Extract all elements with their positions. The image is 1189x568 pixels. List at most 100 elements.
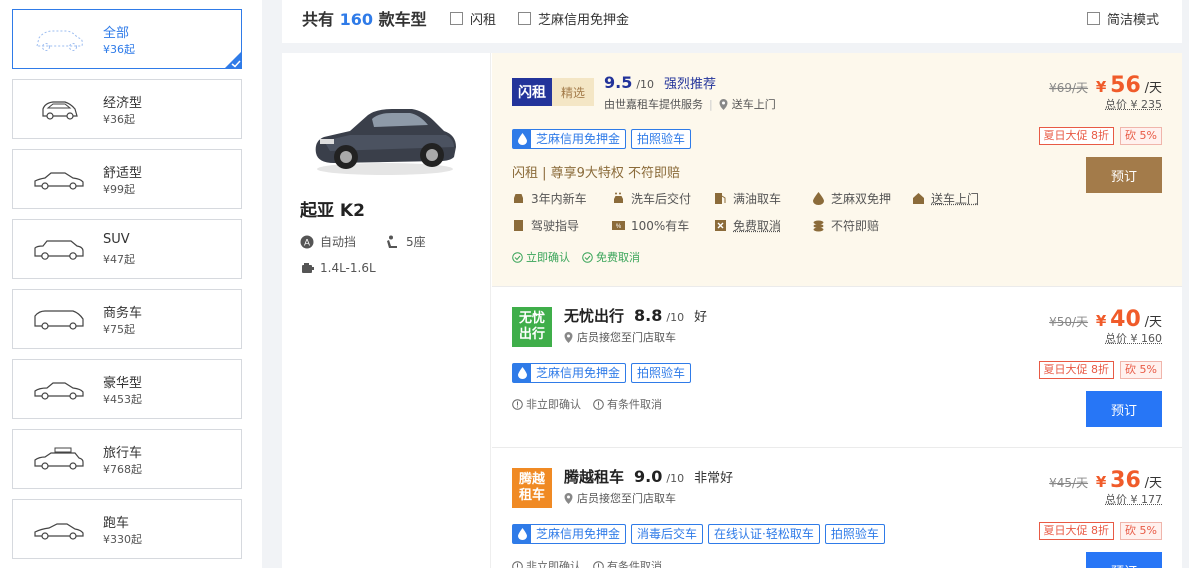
car-model-name: 起亚 K2 [300, 196, 365, 221]
offer-tags: 芝麻信用免押金 拍照验车 [512, 129, 691, 149]
daily-price: 56 [1110, 73, 1141, 98]
bargain-tag: 砍 5% [1120, 361, 1162, 379]
flash-rent-logo: 闪租 精选 [512, 78, 594, 106]
privilege-text: 闪租 | 尊享9大特权 不符即赔 [512, 162, 680, 181]
checkbox[interactable] [1087, 12, 1100, 25]
total-price[interactable]: 总价 ¥ 160 [1105, 332, 1162, 345]
tag-zhima: 芝麻信用免押金 [512, 129, 626, 149]
category-suv[interactable]: SUV ¥47起 [12, 219, 242, 279]
filter-label: 芝麻信用免押金 [538, 9, 629, 28]
promo-tag: 夏日大促 8折 [1039, 127, 1115, 145]
checkbox[interactable] [518, 12, 531, 25]
location-text: 店员接您至门店取车 [577, 329, 676, 345]
cancel-icon [714, 219, 727, 232]
car-photo [310, 91, 460, 181]
checkbox[interactable] [450, 12, 463, 25]
promo-tags: 夏日大促 8折 砍 5% [1039, 522, 1162, 540]
category-name: 商务车 [103, 302, 142, 321]
original-price: ¥45/天 [1049, 476, 1088, 490]
rating: 无忧出行 8.8 /10 好 [564, 305, 707, 326]
sesame-drop-icon [518, 528, 527, 540]
total-price[interactable]: 总价 ¥ 235 [1105, 98, 1162, 111]
offer-flash-rent: 闪租 精选 9.5 /10 强烈推荐 由世嘉租车提供服务 | 送车上门 芝麻信用… [492, 53, 1182, 286]
car-listing-card: 起亚 K2 A 自动挡 5座 1.4L-1.6L 闪租 精选 9.5 /10 强… [282, 53, 1182, 568]
seat-icon [386, 235, 400, 249]
rating-text: 好 [694, 306, 707, 325]
transmission-spec: A 自动挡 [300, 233, 356, 250]
category-name: SUV [103, 232, 130, 247]
auto-transmission-icon: A [300, 235, 314, 249]
tag-disinfected: 消毒后交车 [631, 524, 703, 544]
note-item: 有条件取消 [593, 396, 662, 412]
featured-badge: 精选 [552, 78, 594, 106]
car-outline-icon [31, 24, 87, 54]
hatchback-icon [31, 94, 87, 124]
category-price: ¥768起 [103, 461, 142, 477]
category-economy[interactable]: 经济型 ¥36起 [12, 79, 242, 139]
count-prefix: 共有 [302, 10, 334, 29]
book-button[interactable]: 预订 [1086, 157, 1162, 193]
filter-label: 闪租 [470, 9, 496, 28]
score-max: /10 [636, 78, 654, 91]
daily-price: 36 [1110, 468, 1141, 493]
offer-wuyou: 无忧出行 无忧出行 8.8 /10 好 店员接您至门店取车 芝麻信用免押金 拍照… [492, 287, 1182, 447]
book-button[interactable]: 预订 [1086, 391, 1162, 427]
rating: 9.5 /10 强烈推荐 [604, 73, 716, 92]
daily-price: 40 [1110, 307, 1141, 332]
category-price: ¥36起 [103, 111, 135, 127]
location-pin-icon [564, 493, 573, 504]
info-icon [593, 399, 604, 410]
total-price[interactable]: 总价 ¥ 177 [1105, 493, 1162, 506]
category-name: 跑车 [103, 512, 129, 531]
category-comfort[interactable]: 舒适型 ¥99起 [12, 149, 242, 209]
category-sports[interactable]: 跑车 ¥330起 [12, 499, 242, 559]
category-price: ¥453起 [103, 391, 142, 407]
check-circle-icon [512, 252, 523, 263]
confirm-notes: 非立即确认 有条件取消 [512, 396, 662, 412]
currency-symbol: ¥ [1096, 473, 1106, 491]
results-header: 共有 160 款车型 闪租 芝麻信用免押金 简洁模式 [282, 0, 1182, 43]
filter-flash-rent[interactable]: 闪租 [450, 9, 496, 28]
tag-online-verify: 在线认证·轻松取车 [708, 524, 820, 544]
brand-logo: 腾越租车 [512, 468, 552, 508]
note-item: 有条件取消 [593, 558, 662, 568]
confirm-notes: 立即确认 免费取消 [512, 249, 640, 265]
note-item: 非立即确认 [512, 558, 581, 568]
feature-item: 免费取消 [714, 217, 781, 234]
book-button[interactable]: 预订 [1086, 552, 1162, 568]
sesame-drop-icon [518, 367, 527, 379]
bargain-tag: 砍 5% [1120, 127, 1162, 145]
svg-text:A: A [304, 237, 310, 247]
score-value: 9.5 [604, 73, 632, 92]
info-icon [512, 399, 523, 410]
filter-zhima-deposit[interactable]: 芝麻信用免押金 [518, 9, 629, 28]
category-name: 舒适型 [103, 162, 142, 181]
category-all[interactable]: 全部 ¥36起 [12, 9, 242, 69]
transmission-text: 自动挡 [320, 233, 356, 250]
category-name: 全部 [103, 22, 129, 41]
original-price: ¥50/天 [1049, 315, 1088, 329]
score-value: 8.8 [634, 306, 662, 325]
brand-logo: 无忧出行 [512, 307, 552, 347]
category-business[interactable]: 商务车 ¥75起 [12, 289, 242, 349]
feature-item: 芝麻双免押 [812, 190, 891, 207]
category-luxury[interactable]: 豪华型 ¥453起 [12, 359, 242, 419]
offer-tengyue: 腾越租车 腾越租车 9.0 /10 非常好 店员接您至门店取车 芝麻信用免押金 … [492, 448, 1182, 568]
feature-item: 满油取车 [714, 190, 781, 207]
simple-mode-toggle[interactable]: 简洁模式 [1087, 9, 1159, 28]
percent-icon: % [612, 219, 625, 232]
tag-photo-check: 拍照验车 [631, 363, 691, 383]
feature-item: 驾驶指导 [512, 217, 579, 234]
engine-text: 1.4L-1.6L [320, 261, 376, 275]
engine-spec: 1.4L-1.6L [300, 261, 376, 275]
rating-text: 强烈推荐 [664, 73, 716, 92]
category-wagon[interactable]: 旅行车 ¥768起 [12, 429, 242, 489]
provider-info: 由世嘉租车提供服务 | 送车上门 [604, 96, 776, 112]
location-info: 店员接您至门店取车 [564, 329, 676, 345]
per-day: /天 [1145, 81, 1162, 96]
currency-symbol: ¥ [1096, 312, 1106, 330]
info-icon [512, 561, 523, 568]
price-block: ¥50/天 ¥ 40 /天 总价 ¥ 160 [1049, 307, 1162, 346]
home-delivery-icon [912, 192, 925, 205]
promo-tag: 夏日大促 8折 [1039, 361, 1115, 379]
